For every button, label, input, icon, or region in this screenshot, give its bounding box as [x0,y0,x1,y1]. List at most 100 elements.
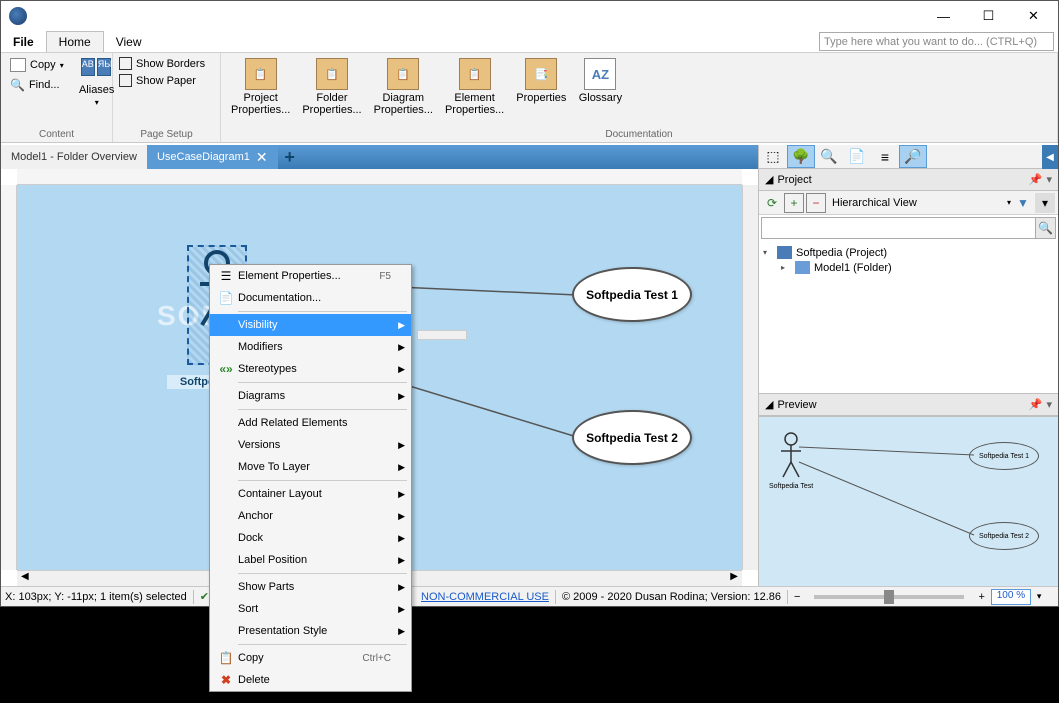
cm-element-properties[interactable]: ☰Element Properties...F5 [210,265,411,287]
non-commercial-link[interactable]: NON-COMMERCIAL USE [421,591,549,603]
tree-root[interactable]: ▾ Softpedia (Project) [763,245,1054,260]
folder-properties-button[interactable]: 📋Folder Properties... [298,56,365,127]
usecase-1[interactable]: Softpedia Test 1 [572,267,692,322]
cm-anchor[interactable]: Anchor▶ [210,505,411,527]
toolbox-collapse-button[interactable]: ◀ [1042,145,1058,169]
show-borders-label: Show Borders [136,58,205,70]
preview-canvas[interactable]: Softpedia Test Softpedia Test 1 Softpedi… [759,416,1058,586]
cm-versions[interactable]: Versions▶ [210,434,411,456]
cm-copy[interactable]: 📋CopyCtrl+C [210,647,411,669]
menu-home[interactable]: Home [46,31,104,52]
cm-visibility[interactable]: Visibility▶ [210,314,411,336]
element-props-icon: 📋 [459,58,491,90]
diagram-props-icon: 📋 [387,58,419,90]
view-mode-dropdown[interactable]: Hierarchical View [828,197,1005,209]
expand-icon[interactable]: ▸ [781,263,791,272]
expand-icon[interactable]: ▾ [763,248,773,257]
tree-child[interactable]: ▸ Model1 (Folder) [763,260,1054,275]
doc-icon: 📄 [214,291,238,305]
cm-sort[interactable]: Sort▶ [210,598,411,620]
panel-tool-tree[interactable]: 🌳 [787,145,815,168]
usecase-2[interactable]: Softpedia Test 2 [572,410,692,465]
tab-add-button[interactable]: + [278,145,302,169]
cm-modifiers[interactable]: Modifiers▶ [210,336,411,358]
project-toolbar: ⟳ + − Hierarchical View ▾ ▼ ▾ [759,191,1058,215]
titlebar: — ☐ ✕ [1,1,1058,31]
panel-close-icon[interactable]: ▾ [1046,398,1052,411]
find-label: Find... [29,79,60,91]
cm-add-related[interactable]: Add Related Elements [210,412,411,434]
add-item-button[interactable]: + [784,193,804,213]
preview-usecase-1: Softpedia Test 1 [969,442,1039,470]
copy-button[interactable]: Copy ▾ [7,56,67,74]
more-button[interactable]: ▾ [1035,193,1055,213]
tab-usecase-diagram[interactable]: UseCaseDiagram1 ✕ [147,145,278,169]
glossary-icon: AZ [584,58,616,90]
show-borders-checkbox[interactable]: Show Borders [119,56,214,71]
panel-tool-preview[interactable]: 🔎 [899,145,927,168]
filter-button[interactable]: ▼ [1013,193,1033,213]
context-menu: ☰Element Properties...F5 📄Documentation.… [209,264,412,692]
panel-tool-1[interactable]: ⬚ [759,145,787,168]
minimize-button[interactable]: — [921,2,966,30]
maximize-button[interactable]: ☐ [966,2,1011,30]
show-paper-checkbox[interactable]: Show Paper [119,73,214,88]
tab-close-icon[interactable]: ✕ [256,149,268,166]
tab-folder-overview[interactable]: Model1 - Folder Overview [1,145,147,169]
right-panel-toolbar: ⬚ 🌳 🔍 📄 ≡ 🔎 [759,145,1058,169]
scrollbar-vertical[interactable] [742,185,758,570]
refresh-button[interactable]: ⟳ [762,193,782,213]
show-paper-label: Show Paper [136,75,196,87]
cm-delete[interactable]: ✖Delete [210,669,411,691]
project-tree[interactable]: ▾ Softpedia (Project) ▸ Model1 (Folder) [759,241,1058,393]
zoom-dropdown-button[interactable]: ▾ [1037,591,1042,602]
preview-panel-header: ◢ Preview 📌 ▾ [759,394,1058,416]
cm-documentation[interactable]: 📄Documentation... [210,287,411,309]
cm-diagrams[interactable]: Diagrams▶ [210,385,411,407]
cm-dock[interactable]: Dock▶ [210,527,411,549]
search-command-input[interactable]: Type here what you want to do... (CTRL+Q… [819,32,1054,51]
panel-tool-search[interactable]: 🔍 [815,145,843,168]
properties-button[interactable]: 📑Properties [512,56,570,127]
project-icon: ◢ [765,173,773,186]
panel-close-icon[interactable]: ▾ [1046,173,1052,186]
zoom-value[interactable]: 100 % [991,589,1031,605]
cm-move-layer[interactable]: Move To Layer▶ [210,456,411,478]
copy-label: Copy [30,59,56,71]
menu-file[interactable]: File [1,31,46,52]
cm-label-position[interactable]: Label Position▶ [210,549,411,571]
tab-active-label: UseCaseDiagram1 [157,151,250,163]
glossary-button[interactable]: AZGlossary [574,56,626,127]
project-search[interactable]: 🔍 [761,217,1056,239]
pin-icon[interactable]: 📌 [1029,173,1043,186]
pin-icon[interactable]: 📌 [1029,398,1043,411]
tab-bar: Model1 - Folder Overview UseCaseDiagram1… [1,145,758,169]
cm-presentation[interactable]: Presentation Style▶ [210,620,411,642]
stereotype-icon: «» [214,362,238,376]
zoom-thumb[interactable] [884,590,894,604]
zoom-slider[interactable] [814,595,964,599]
remove-item-button[interactable]: − [806,193,826,213]
cm-container-layout[interactable]: Container Layout▶ [210,483,411,505]
project-search-input[interactable] [762,218,1035,238]
search-icon: 🔍 [10,78,25,92]
project-properties-button[interactable]: 📋Project Properties... [227,56,294,127]
element-properties-button[interactable]: 📋Element Properties... [441,56,508,127]
diagram-properties-button[interactable]: 📋Diagram Properties... [370,56,437,127]
find-button[interactable]: 🔍 Find... [7,76,67,94]
zoom-out-button[interactable]: − [794,591,800,603]
project-search-button[interactable]: 🔍 [1035,218,1055,238]
resize-handle[interactable] [417,330,467,340]
zoom-in-button[interactable]: + [978,591,984,603]
diagram-props-label: Diagram Properties... [374,92,433,116]
group-documentation-title: Documentation [227,127,1051,140]
group-pagesetup-title: Page Setup [119,127,214,140]
cm-show-parts[interactable]: Show Parts▶ [210,576,411,598]
panel-tool-doc[interactable]: 📄 [843,145,871,168]
close-button[interactable]: ✕ [1011,2,1056,30]
panel-tool-layers[interactable]: ≡ [871,145,899,168]
cm-stereotypes[interactable]: «»Stereotypes▶ [210,358,411,380]
statusbar: X: 103px; Y: -11px; 1 item(s) selected ✔… [1,586,1058,606]
preview-panel-title: Preview [777,399,816,411]
menu-view[interactable]: View [104,31,154,52]
